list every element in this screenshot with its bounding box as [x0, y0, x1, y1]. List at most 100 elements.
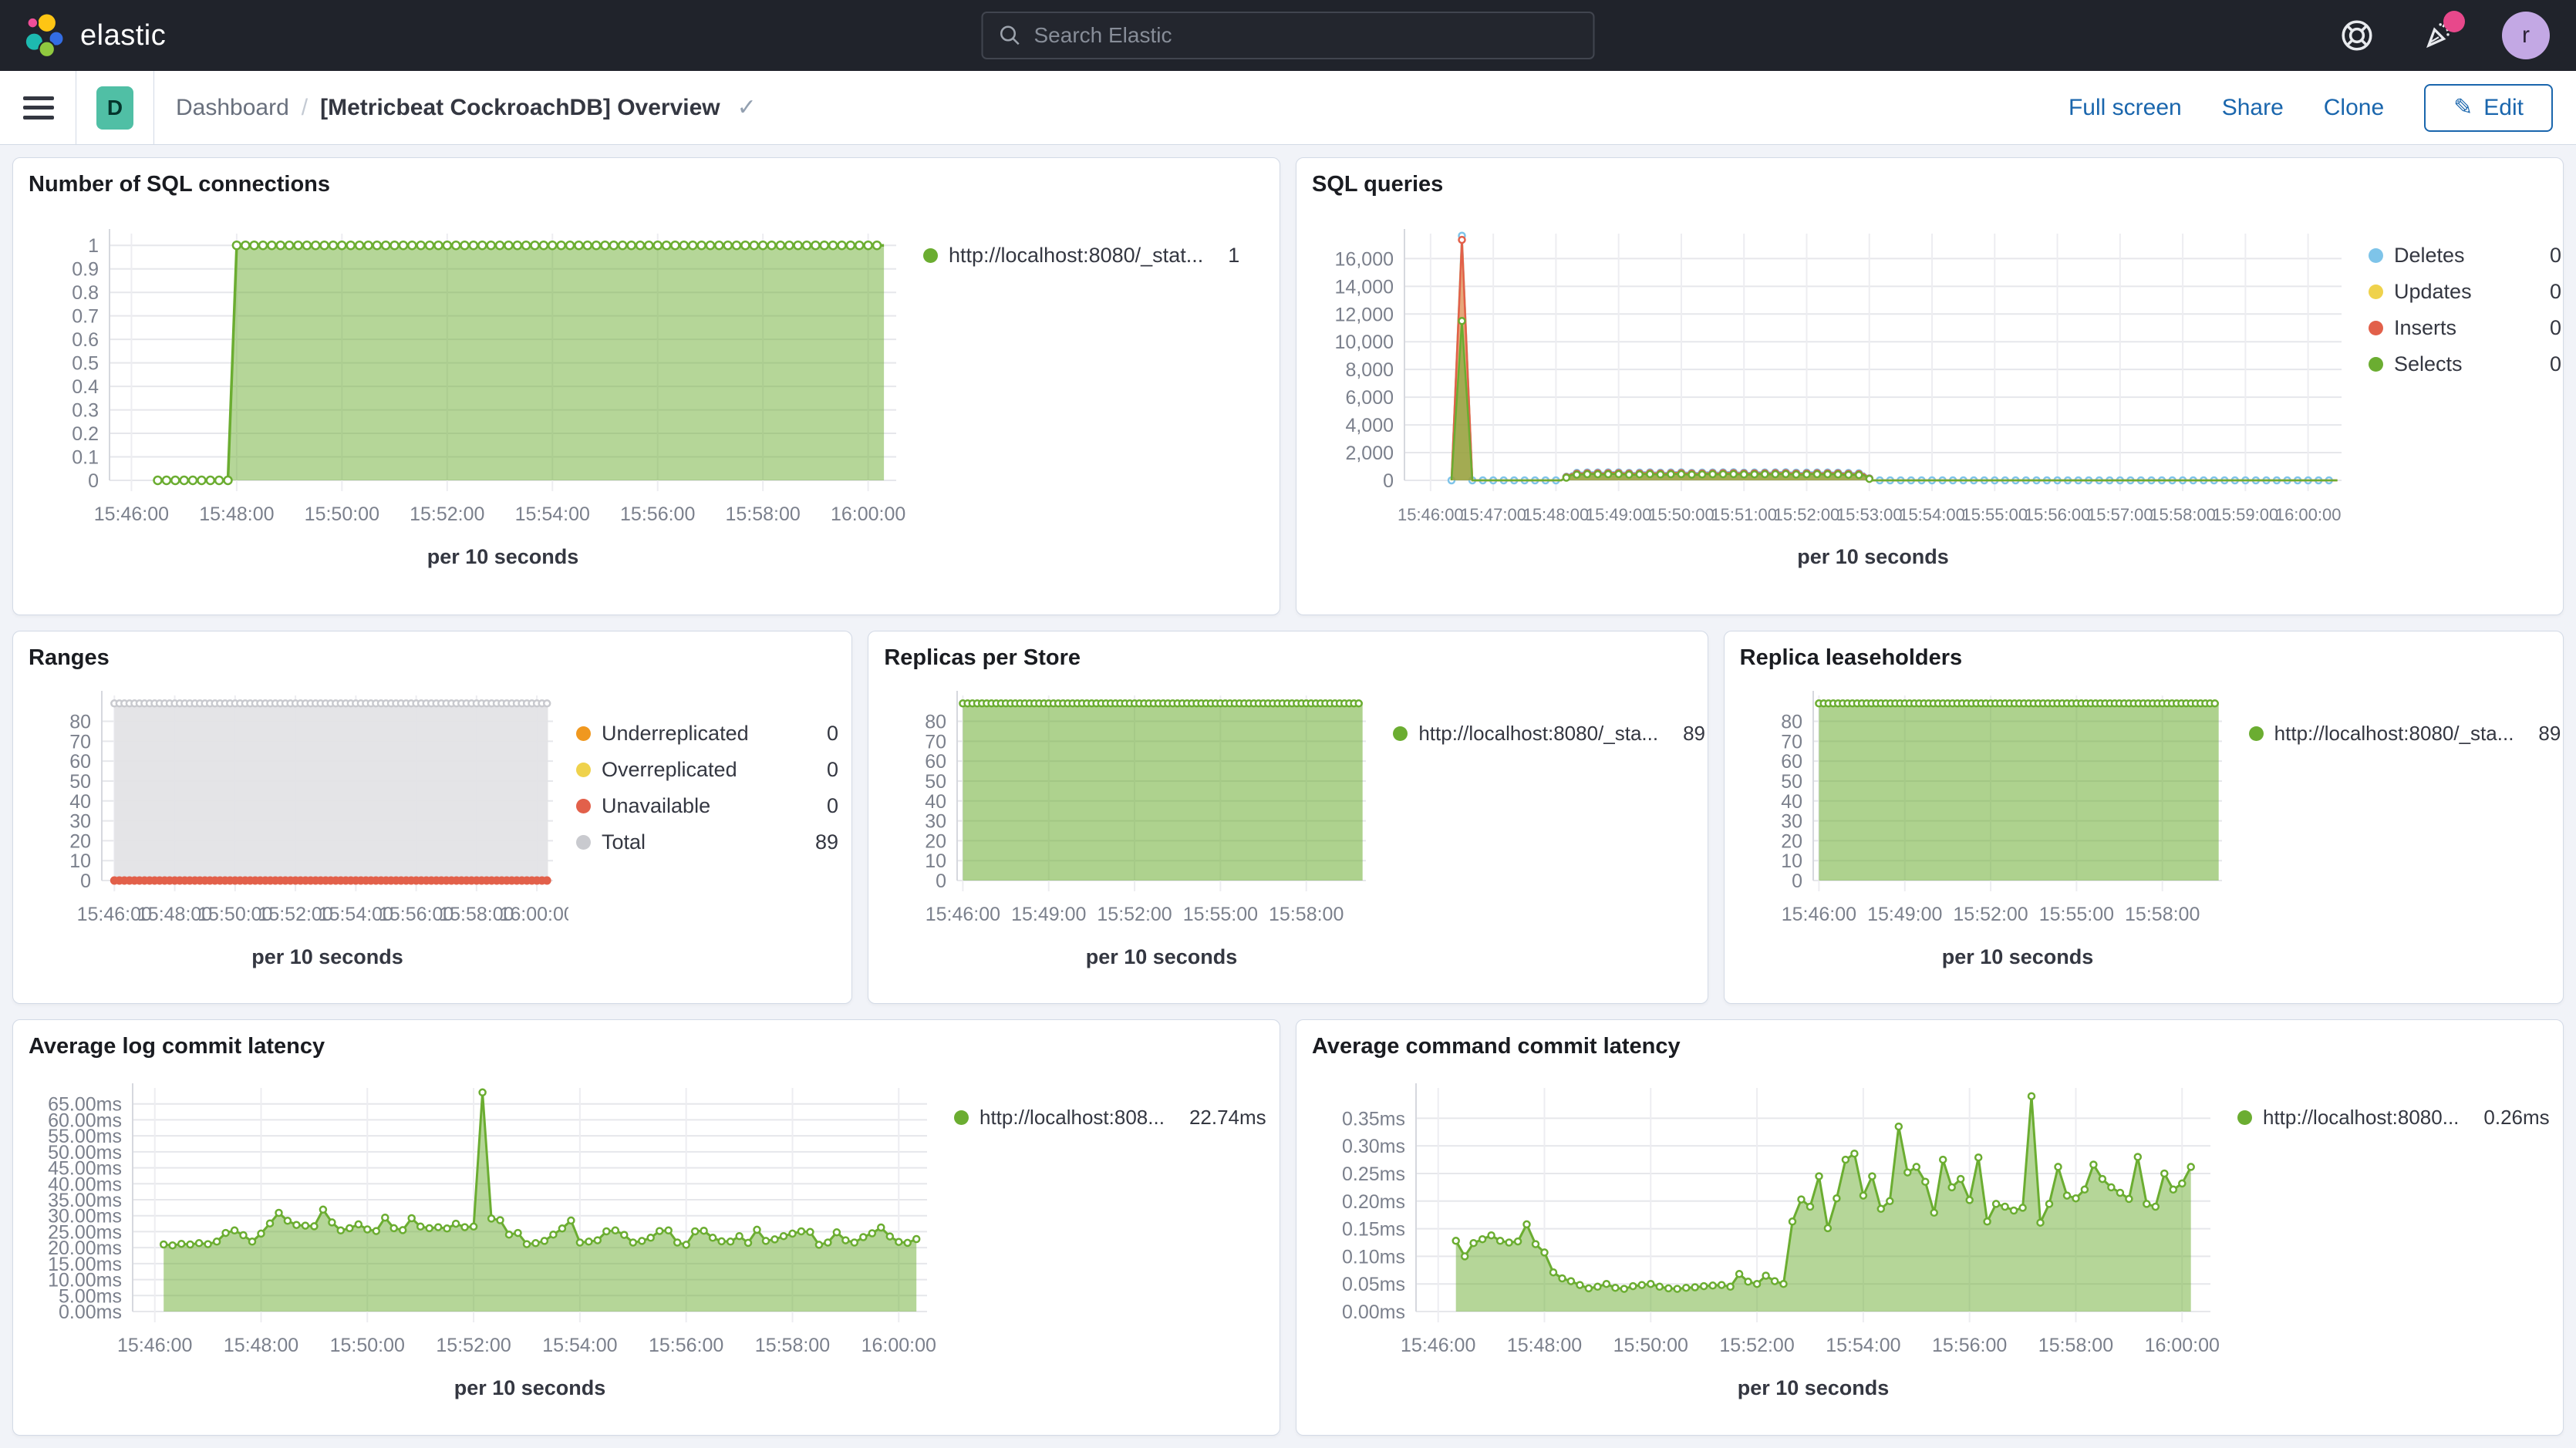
panel-title[interactable]: Average command commit latency — [1312, 1034, 2549, 1059]
edit-button[interactable]: ✎ Edit — [2424, 84, 2553, 132]
svg-text:0: 0 — [80, 870, 91, 892]
svg-text:15:59:00: 15:59:00 — [2213, 505, 2279, 524]
svg-text:0.9: 0.9 — [72, 259, 99, 281]
sql-queries-chart[interactable]: 02,0004,0006,0008,00010,00012,00014,0001… — [1312, 199, 2361, 584]
panel-title[interactable]: SQL queries — [1312, 172, 2549, 197]
page-title[interactable]: [Metricbeat CockroachDB] Overview — [320, 95, 720, 121]
svg-text:1: 1 — [88, 235, 99, 257]
svg-text:16:00:00: 16:00:00 — [499, 904, 568, 925]
svg-text:15:52:00: 15:52:00 — [1953, 904, 2028, 925]
saved-check-icon[interactable]: ✓ — [737, 94, 757, 121]
elastic-logo[interactable]: elastic — [0, 12, 166, 59]
legend-item[interactable]: http://localhost:8080...0.26ms — [2237, 1106, 2549, 1130]
svg-text:70: 70 — [69, 731, 91, 753]
legend-label: http://localhost:8080... — [2263, 1106, 2459, 1130]
svg-text:2,000: 2,000 — [1345, 443, 1394, 464]
legend-item[interactable]: http://localhost:8080/_stat...1 — [923, 244, 1266, 268]
legend-item[interactable]: Underreplicated0 — [576, 722, 838, 746]
legend-item[interactable]: http://localhost:808...22.74ms — [954, 1106, 1266, 1130]
svg-text:40: 40 — [926, 791, 947, 813]
panel-title[interactable]: Number of SQL connections — [29, 172, 1266, 197]
legend-label: Inserts — [2394, 316, 2525, 340]
svg-text:15:52:00: 15:52:00 — [1719, 1335, 1794, 1356]
legend-dot-icon — [2369, 248, 2383, 263]
legend-label: Total — [602, 830, 791, 854]
panel-title[interactable]: Replicas per Store — [884, 645, 1693, 671]
svg-text:15:49:00: 15:49:00 — [1867, 904, 1942, 925]
svg-text:80: 80 — [926, 712, 947, 733]
svg-text:0.35ms: 0.35ms — [1342, 1108, 1405, 1130]
news-feed-icon[interactable] — [2420, 17, 2457, 54]
clone-button[interactable]: Clone — [2324, 95, 2384, 121]
legend-label: Overreplicated — [602, 758, 802, 782]
svg-text:15:55:00: 15:55:00 — [1961, 505, 2028, 524]
avg-command-commit-latency-chart[interactable]: 0.00ms0.05ms0.10ms0.15ms0.20ms0.25ms0.30… — [1312, 1061, 2230, 1408]
legend-item[interactable]: http://localhost:8080/_sta...89 — [2249, 722, 2549, 746]
legend-item[interactable]: Overreplicated0 — [576, 758, 838, 782]
legend-label: http://localhost:808... — [979, 1106, 1165, 1130]
legend-dot-icon — [1393, 726, 1408, 741]
help-icon[interactable] — [2338, 17, 2375, 54]
panel-title[interactable]: Average log commit latency — [29, 1034, 1266, 1059]
legend-label: Updates — [2394, 280, 2525, 304]
legend-value: 0 — [2550, 280, 2561, 304]
breadcrumb-dashboard-link[interactable]: Dashboard — [176, 95, 289, 121]
ranges-chart[interactable]: 0102030405060708015:46:0015:48:0015:50:0… — [29, 672, 568, 981]
legend-item[interactable]: Deletes0 — [2369, 244, 2561, 268]
legend-item[interactable]: Inserts0 — [2369, 316, 2561, 340]
panel-title[interactable]: Replica leaseholders — [1740, 645, 2549, 671]
share-button[interactable]: Share — [2222, 95, 2284, 121]
dashboard-app-badge[interactable]: D — [96, 86, 133, 130]
replica-leaseholders-chart[interactable]: 0102030405060708015:46:0015:49:0015:52:0… — [1740, 672, 2241, 981]
breadcrumb-separator: / — [302, 95, 308, 121]
legend-item[interactable]: http://localhost:8080/_sta...89 — [1393, 722, 1693, 746]
panel-avg-command-commit-latency: Average command commit latency 0.00ms0.0… — [1296, 1019, 2564, 1436]
panel-replica-leaseholders: Replica leaseholders 0102030405060708015… — [1724, 631, 2564, 1004]
chart-legend: http://localhost:8080/_sta...89 — [2241, 672, 2549, 758]
svg-text:15:49:00: 15:49:00 — [1011, 904, 1086, 925]
svg-text:50: 50 — [1781, 771, 1802, 793]
legend-dot-icon — [576, 799, 591, 813]
legend-item[interactable]: Selects0 — [2369, 352, 2561, 376]
svg-text:10: 10 — [926, 850, 947, 872]
brand-name: elastic — [80, 19, 166, 52]
legend-dot-icon — [2249, 726, 2264, 741]
search-input[interactable] — [1034, 23, 1578, 48]
svg-text:15:55:00: 15:55:00 — [2038, 904, 2113, 925]
full-screen-button[interactable]: Full screen — [2069, 95, 2182, 121]
legend-value: 89 — [815, 830, 838, 854]
svg-text:0.20ms: 0.20ms — [1342, 1191, 1405, 1213]
legend-label: Unavailable — [602, 794, 802, 818]
replicas-per-store-chart[interactable]: 0102030405060708015:46:0015:49:0015:52:0… — [884, 672, 1385, 981]
svg-text:15:46:00: 15:46:00 — [94, 503, 169, 525]
legend-item[interactable]: Total 89 — [576, 830, 838, 854]
dashboard-toolbar: D Dashboard / [Metricbeat CockroachDB] O… — [0, 71, 2576, 145]
svg-text:65.00ms: 65.00ms — [48, 1094, 122, 1116]
svg-text:per 10 seconds: per 10 seconds — [1086, 945, 1238, 968]
svg-text:15:50:00: 15:50:00 — [1613, 1335, 1688, 1356]
svg-text:0.10ms: 0.10ms — [1342, 1246, 1405, 1268]
svg-text:0.3: 0.3 — [72, 400, 99, 422]
svg-text:15:47:00: 15:47:00 — [1460, 505, 1526, 524]
svg-text:15:57:00: 15:57:00 — [2087, 505, 2153, 524]
svg-text:per 10 seconds: per 10 seconds — [251, 945, 403, 968]
panel-title[interactable]: Ranges — [29, 645, 838, 671]
search-icon — [999, 24, 1022, 47]
chart-legend: http://localhost:8080/_sta...89 — [1385, 672, 1693, 758]
panel-replicas-per-store: Replicas per Store 0102030405060708015:4… — [868, 631, 1708, 1004]
avg-log-commit-latency-chart[interactable]: 0.00ms5.00ms10.00ms15.00ms20.00ms25.00ms… — [29, 1061, 946, 1408]
sql-connections-chart[interactable]: 00.10.20.30.40.50.60.70.80.9115:46:0015:… — [29, 199, 915, 584]
svg-text:15:51:00: 15:51:00 — [1711, 505, 1777, 524]
legend-label: http://localhost:8080/_stat... — [949, 244, 1203, 268]
svg-text:15:56:00: 15:56:00 — [2025, 505, 2091, 524]
user-avatar[interactable]: r — [2502, 12, 2550, 59]
svg-text:14,000: 14,000 — [1335, 276, 1394, 298]
legend-item[interactable]: Updates 0 — [2369, 280, 2561, 304]
svg-text:15:48:00: 15:48:00 — [1523, 505, 1590, 524]
legend-item[interactable]: Unavailable0 — [576, 794, 838, 818]
global-search[interactable] — [982, 12, 1595, 59]
svg-text:15:58:00: 15:58:00 — [2038, 1335, 2113, 1356]
svg-text:15:48:00: 15:48:00 — [199, 503, 274, 525]
menu-icon[interactable] — [23, 96, 54, 120]
panel-avg-log-commit-latency: Average log commit latency 0.00ms5.00ms1… — [12, 1019, 1280, 1436]
